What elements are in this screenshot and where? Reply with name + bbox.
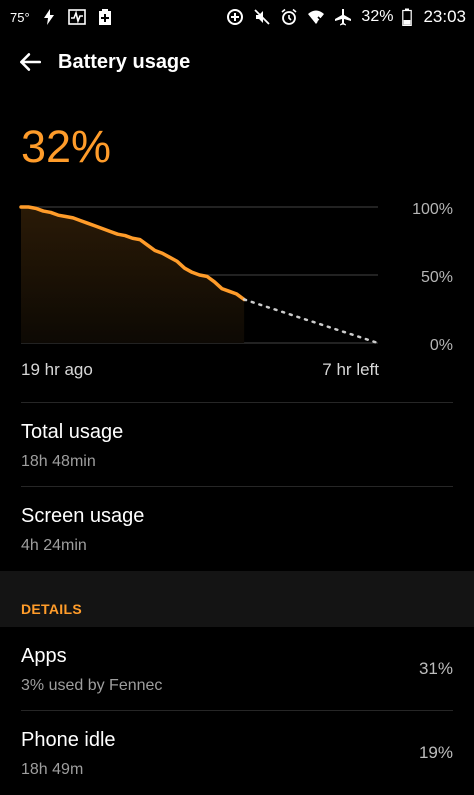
total-usage-row[interactable]: Total usage 18h 48min (0, 403, 474, 487)
chart-projection-line (242, 298, 380, 345)
back-button[interactable] (10, 42, 50, 82)
detail-row-percent: 19% (418, 743, 453, 762)
activity-icon (67, 8, 86, 26)
y-tick-0: 0% (429, 337, 453, 354)
detail-row-label: Apps (21, 645, 67, 667)
battery-add-icon (96, 8, 114, 26)
wifi-icon (307, 8, 325, 26)
detail-row-sublabel: 18h 49m (21, 761, 84, 778)
battery-icon (402, 8, 413, 26)
detail-row-phone-idle[interactable]: Phone idle 18h 49m 19% (0, 711, 474, 795)
total-usage-label: Total usage (21, 421, 124, 443)
arrow-left-icon (20, 53, 42, 71)
details-section-header-band (0, 571, 474, 627)
total-usage-value: 18h 48min (21, 453, 96, 470)
app-bar: Battery usage (0, 34, 474, 90)
clock-text: 23:03 (423, 7, 466, 26)
battery-level-text: 32% (21, 121, 112, 172)
mute-icon (253, 8, 271, 26)
detail-row-sublabel: 3% used by Fennec (21, 677, 163, 694)
status-bar-right: 32% 23:03 (226, 7, 466, 27)
data-saver-icon (226, 8, 244, 26)
detail-row-apps[interactable]: Apps 3% used by Fennec 31% (0, 627, 474, 711)
battery-chart-svg (19, 205, 380, 345)
detail-row-percent: 31% (418, 659, 453, 678)
x-label-start: 19 hr ago (21, 360, 93, 379)
airplane-icon (334, 8, 352, 26)
details-section-header: DETAILS (21, 601, 82, 617)
screen-usage-label: Screen usage (21, 505, 145, 527)
battery-percent-text: 32% (361, 8, 394, 25)
status-bar-left: 75° (10, 8, 114, 26)
screen-usage-value: 4h 24min (21, 537, 87, 554)
x-label-end: 7 hr left (322, 360, 379, 379)
alarm-icon (280, 8, 298, 26)
temperature-text: 75° (10, 9, 30, 25)
detail-row-label: Phone idle (21, 729, 116, 751)
y-tick-50: 50% (420, 269, 453, 286)
page-title: Battery usage (58, 50, 191, 73)
y-tick-100: 100% (412, 201, 453, 218)
screen-usage-row[interactable]: Screen usage 4h 24min (0, 487, 474, 571)
flash-icon (40, 8, 58, 26)
battery-chart: 100% 50% 0% (0, 195, 474, 355)
status-bar: 75° 32% 23:03 (0, 0, 474, 34)
